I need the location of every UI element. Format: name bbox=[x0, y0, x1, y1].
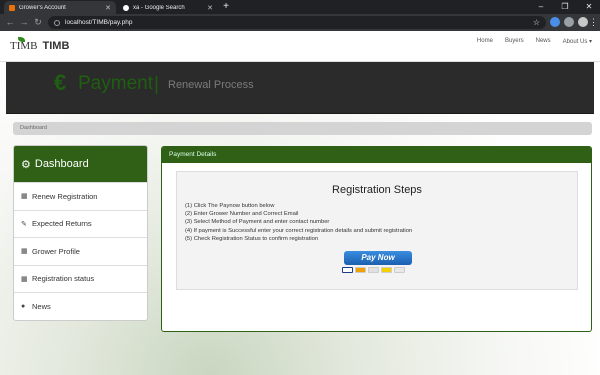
extension-icon[interactable] bbox=[550, 17, 560, 27]
nav-home-link[interactable]: Home bbox=[477, 38, 493, 45]
main-menu: Home Buyers News About Us ▾ bbox=[465, 38, 592, 45]
sidebar-item-label: Registration status bbox=[32, 274, 95, 284]
forward-icon[interactable]: → bbox=[18, 16, 30, 28]
ecocash-icon bbox=[368, 267, 379, 273]
sidebar-heading[interactable]: ⚙ Dashboard bbox=[14, 146, 147, 182]
sidebar-item-label: Grower Profile bbox=[32, 246, 80, 256]
sidebar-heading-label: Dashboard bbox=[34, 158, 89, 170]
tab-title: Grower's Account bbox=[19, 4, 66, 11]
tab-title: xa - Google Search bbox=[133, 4, 185, 11]
payment-methods bbox=[342, 267, 407, 273]
registration-steps-title: Registration Steps bbox=[332, 184, 422, 196]
nav-news-link[interactable]: News bbox=[536, 38, 551, 45]
user-icon: ● bbox=[21, 302, 26, 310]
sidebar-item-grower-profile[interactable]: ▦ Grower Profile bbox=[14, 237, 147, 265]
sidebar-item-expected-returns[interactable]: ✎ Expected Returns bbox=[14, 209, 147, 238]
close-window-icon[interactable]: ✕ bbox=[578, 0, 600, 14]
sidebar-item-renew-registration[interactable]: ▦ Renew Registration bbox=[14, 182, 147, 210]
browser-toolbar: ← → ↻ localhost/TIMB/pay.php ☆ ⋮ bbox=[0, 14, 600, 31]
gear-icon: ⚙ bbox=[21, 158, 31, 171]
step-item: (1) Click The Paynow button below bbox=[185, 203, 275, 209]
mastercard-icon bbox=[355, 267, 366, 273]
visa-card-icon bbox=[342, 267, 353, 273]
step-item: (4) If payment is Successful enter your … bbox=[185, 227, 413, 234]
close-tab-icon[interactable]: ✕ bbox=[105, 4, 111, 12]
panel-heading: Payment Details bbox=[162, 147, 591, 163]
step-item: (3) Select Method of Payment and enter c… bbox=[185, 219, 330, 226]
reload-icon[interactable]: ↻ bbox=[32, 16, 44, 28]
steps-list: (1) Click The Paynow button below (2) En… bbox=[185, 202, 577, 243]
sidebar-item-news[interactable]: ● News bbox=[14, 292, 147, 320]
table-icon: ▦ bbox=[21, 275, 28, 283]
step-item: (2) Enter Grower Number and Correct Emai… bbox=[185, 211, 299, 218]
nav-about-dropdown[interactable]: About Us ▾ bbox=[563, 38, 592, 45]
profile-avatar-icon[interactable] bbox=[578, 17, 588, 27]
timb-logo-mark: TIMB bbox=[10, 37, 38, 52]
banner-title: Payment bbox=[78, 73, 153, 94]
page: TIMB TIMB Home Buyers News About Us ▾ € … bbox=[0, 31, 600, 375]
site-logo[interactable]: TIMB TIMB bbox=[10, 37, 70, 52]
close-tab-icon[interactable]: ✕ bbox=[207, 4, 213, 12]
tab-favicon-icon bbox=[9, 4, 15, 11]
new-tab-icon[interactable]: + bbox=[220, 1, 232, 13]
kebab-menu-icon[interactable]: ⋮ bbox=[589, 16, 598, 28]
telecash-icon bbox=[394, 267, 405, 273]
leaf-icon bbox=[18, 37, 25, 42]
payment-details-panel: Payment Details Registration Steps (1) C… bbox=[161, 146, 592, 332]
nav-buyers-link[interactable]: Buyers bbox=[505, 38, 524, 45]
browser-tab-bar: Grower's Account ✕ xa - Google Search ✕ … bbox=[0, 0, 600, 14]
sidebar-item-label: Renew Registration bbox=[32, 191, 98, 201]
sidebar-item-label: News bbox=[32, 301, 51, 311]
extensions-puzzle-icon[interactable] bbox=[564, 17, 574, 27]
sidebar-item-label: Expected Returns bbox=[32, 219, 92, 229]
browser-tab-growers-account[interactable]: Grower's Account ✕ bbox=[4, 1, 116, 14]
back-icon[interactable]: ← bbox=[4, 16, 16, 28]
table-icon: ▦ bbox=[21, 193, 28, 201]
registration-steps-box: Registration Steps (1) Click The Paynow … bbox=[176, 171, 578, 290]
table-icon: ▦ bbox=[21, 248, 28, 256]
minimize-icon[interactable]: – bbox=[530, 0, 552, 14]
step-item: (5) Check Registration Status to confirm… bbox=[185, 235, 319, 242]
address-bar[interactable]: localhost/TIMB/pay.php ☆ bbox=[48, 16, 546, 29]
url-text: localhost/TIMB/pay.php bbox=[65, 19, 133, 26]
sidebar-item-registration-status[interactable]: ▦ Registration status bbox=[14, 264, 147, 293]
bookmark-star-icon[interactable]: ☆ bbox=[533, 18, 540, 27]
banner-separator: | bbox=[154, 74, 159, 95]
sidebar: ⚙ Dashboard ▦ Renew Registration ✎ Expec… bbox=[13, 145, 148, 321]
google-favicon-icon bbox=[123, 4, 129, 11]
euro-icon: € bbox=[54, 70, 67, 95]
banner-subtitle: Renewal Process bbox=[168, 79, 254, 91]
pay-now-button[interactable]: Pay Now bbox=[344, 251, 412, 265]
logo-text: TIMB bbox=[42, 40, 70, 52]
site-info-icon[interactable] bbox=[54, 19, 60, 26]
breadcrumb[interactable]: Dashboard bbox=[13, 122, 592, 135]
pencil-icon: ✎ bbox=[21, 220, 27, 228]
site-navbar: TIMB TIMB Home Buyers News About Us ▾ bbox=[0, 31, 600, 62]
browser-tab-google-search[interactable]: xa - Google Search ✕ bbox=[118, 1, 218, 14]
onemoney-icon bbox=[381, 267, 392, 273]
page-banner: € Payment | Renewal Process bbox=[6, 62, 594, 114]
restore-icon[interactable]: ❐ bbox=[554, 0, 576, 14]
